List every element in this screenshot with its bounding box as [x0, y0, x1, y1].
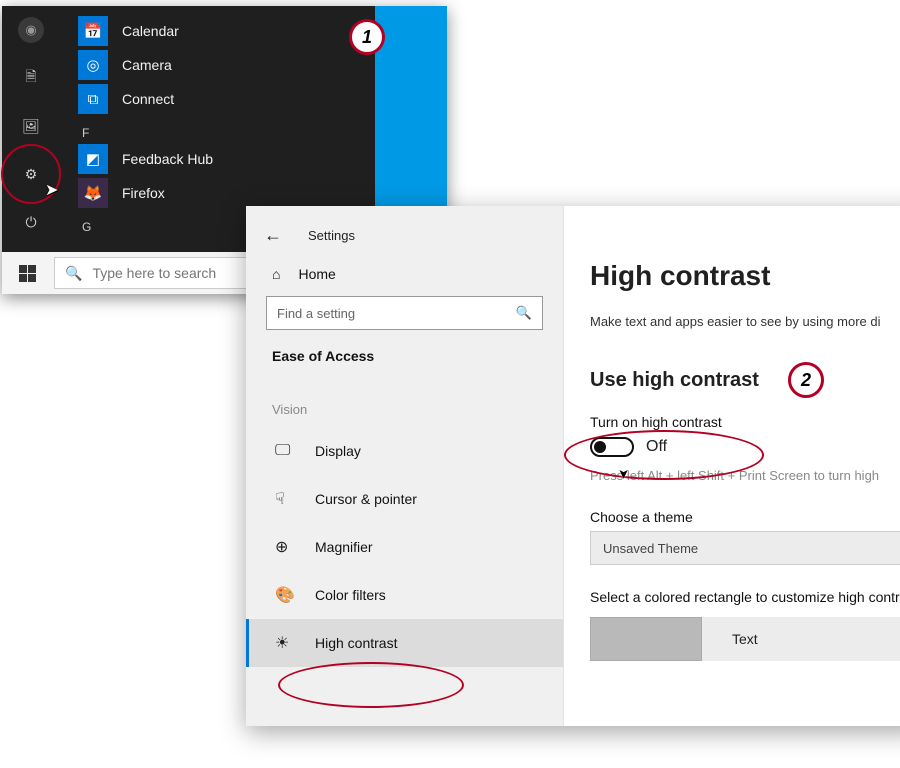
swatch-text-label: Text — [732, 631, 758, 647]
settings-sidebar: ← Settings ⌂ Home Find a setting 🔍 Ease … — [246, 206, 564, 726]
nav-label: Color filters — [315, 587, 386, 603]
nav-high-contrast[interactable]: ☀ High contrast — [246, 619, 563, 667]
nav-magnifier[interactable]: ⊕ Magnifier — [246, 523, 563, 571]
app-label: Connect — [122, 91, 174, 107]
nav-label: Display — [315, 443, 361, 459]
app-label: Firefox — [122, 185, 165, 201]
page-subtext: Make text and apps easier to see by usin… — [590, 314, 900, 329]
nav-label: Cursor & pointer — [315, 491, 417, 507]
swatch-row: Text — [590, 617, 900, 661]
windows-logo-icon — [19, 265, 36, 282]
nav-home[interactable]: ⌂ Home — [246, 252, 563, 292]
documents-icon[interactable]: 🗎 — [2, 54, 60, 102]
choose-theme-label: Choose a theme — [590, 509, 900, 525]
home-label: Home — [298, 266, 335, 282]
high-contrast-icon: ☀ — [275, 633, 301, 653]
theme-selector[interactable]: Unsaved Theme — [590, 531, 900, 565]
feedback-icon: ◩ — [78, 144, 108, 174]
annotation-step-1: 1 — [349, 19, 385, 55]
user-avatar[interactable]: ◉ — [2, 6, 60, 54]
toggle-state: Off — [646, 438, 667, 456]
settings-search[interactable]: Find a setting 🔍 — [266, 296, 543, 330]
connect-icon: ⧉ — [78, 84, 108, 114]
page-heading: High contrast — [590, 260, 900, 292]
toggle-label: Turn on high contrast — [590, 414, 900, 430]
toggle-hint: Press left Alt + left Shift + Print Scre… — [590, 468, 900, 483]
calendar-icon: 📅 — [78, 16, 108, 46]
color-filters-icon: 🎨 — [275, 585, 301, 605]
settings-content: High contrast Make text and apps easier … — [564, 206, 900, 726]
annotation-step-2: 2 — [788, 362, 824, 398]
section-use-high-contrast: Use high contrast — [590, 369, 900, 392]
power-icon[interactable]: ⏻ — [2, 198, 60, 246]
settings-icon[interactable]: ⚙ — [2, 150, 60, 198]
app-firefox[interactable]: 🦊 Firefox — [78, 176, 358, 210]
app-calendar[interactable]: 📅 Calendar — [78, 14, 358, 48]
camera-icon: ◎ — [78, 50, 108, 80]
group-vision: Vision — [246, 382, 563, 427]
pictures-icon[interactable]: 🖼 — [2, 102, 60, 150]
settings-title: Settings — [308, 228, 355, 243]
settings-header: ← Settings — [246, 218, 563, 252]
nav-label: Magnifier — [315, 539, 373, 555]
nav-display[interactable]: 🖵 Display — [246, 427, 563, 475]
settings-search-placeholder: Find a setting — [277, 306, 355, 321]
settings-category: Ease of Access — [246, 344, 563, 382]
text-color-swatch[interactable] — [590, 617, 702, 661]
start-button[interactable] — [2, 252, 52, 294]
back-button[interactable]: ← — [264, 225, 282, 246]
alpha-header-f[interactable]: F — [78, 116, 358, 142]
home-icon: ⌂ — [272, 266, 280, 282]
cursor-pointer-icon: ☟ — [275, 489, 301, 509]
settings-window: ← Settings ⌂ Home Find a setting 🔍 Ease … — [246, 206, 900, 726]
start-rail: ◉ 🗎 🖼 ⚙ ⏻ — [2, 6, 60, 251]
search-icon: 🔍 — [65, 265, 82, 282]
app-feedback-hub[interactable]: ◩ Feedback Hub — [78, 142, 358, 176]
nav-cursor-pointer[interactable]: ☟ Cursor & pointer — [246, 475, 563, 523]
high-contrast-toggle-row: Off — [590, 436, 900, 458]
app-label: Feedback Hub — [122, 151, 213, 167]
app-label: Camera — [122, 57, 172, 73]
theme-value: Unsaved Theme — [603, 541, 698, 556]
app-connect[interactable]: ⧉ Connect — [78, 82, 358, 116]
magnifier-icon: ⊕ — [275, 537, 301, 557]
high-contrast-toggle[interactable] — [590, 437, 634, 457]
nav-label: High contrast — [315, 635, 397, 651]
nav-color-filters[interactable]: 🎨 Color filters — [246, 571, 563, 619]
app-label: Calendar — [122, 23, 179, 39]
start-app-list: 📅 Calendar ◎ Camera ⧉ Connect F ◩ Feedba… — [78, 14, 358, 236]
display-icon: 🖵 — [275, 442, 301, 460]
search-icon: 🔍 — [516, 305, 532, 321]
firefox-icon: 🦊 — [78, 178, 108, 208]
customize-label: Select a colored rectangle to customize … — [590, 589, 900, 605]
app-camera[interactable]: ◎ Camera — [78, 48, 358, 82]
